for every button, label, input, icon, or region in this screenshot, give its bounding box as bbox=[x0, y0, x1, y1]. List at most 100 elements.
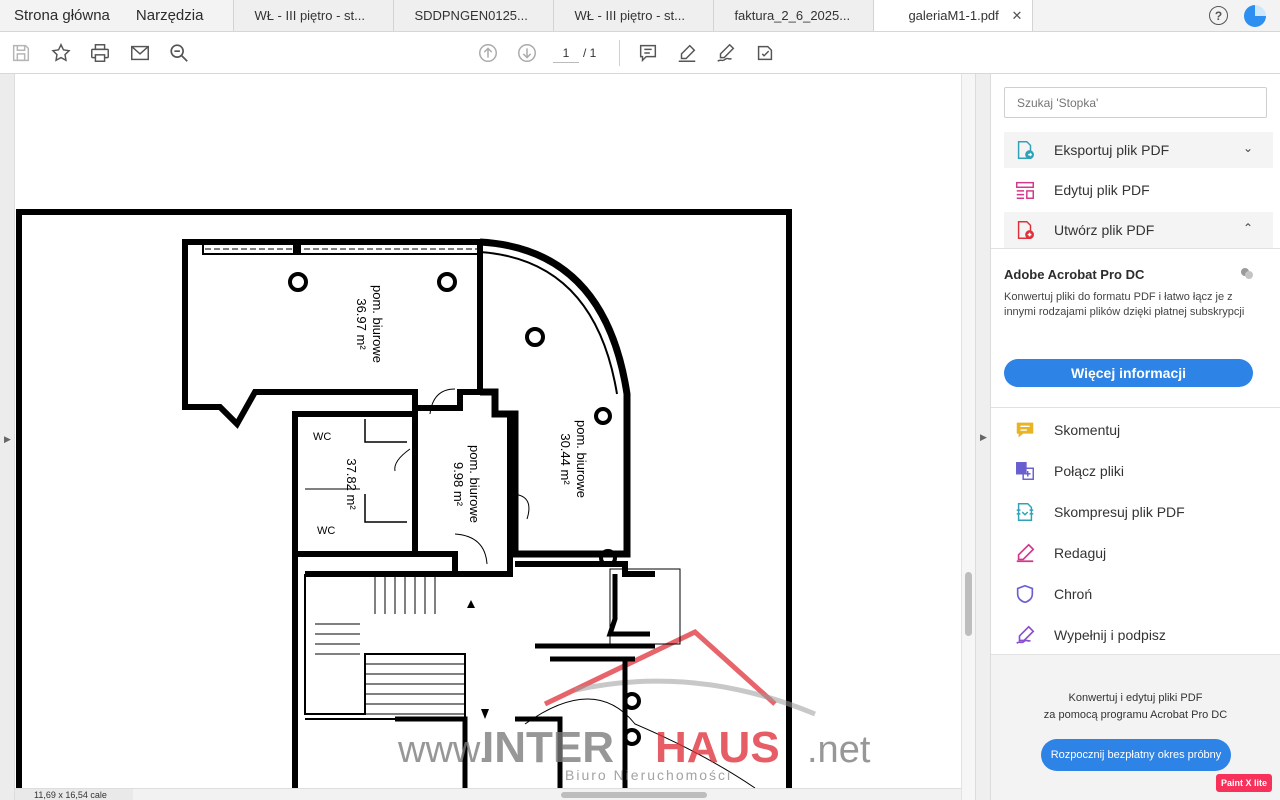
export-pdf-icon bbox=[1014, 139, 1036, 161]
collapse-right-icon: ▶ bbox=[980, 432, 987, 442]
right-panel-toggle[interactable]: ▶ bbox=[975, 74, 991, 800]
tool-label: Utwórz plik PDF bbox=[1054, 222, 1155, 238]
more-info-button[interactable]: Więcej informacji bbox=[1004, 359, 1253, 387]
tools-pane: Eksportuj plik PDF ⌄ Edytuj plik PDF Utw… bbox=[991, 74, 1280, 800]
previous-page-icon[interactable] bbox=[476, 41, 500, 65]
document-tab-active[interactable]: galeriaM1-1.pdf ✕ bbox=[873, 0, 1034, 31]
door-arc bbox=[394, 448, 411, 472]
document-tab[interactable]: WŁ - III piętro - st... bbox=[553, 0, 714, 31]
vertical-scroll-thumb[interactable] bbox=[965, 572, 972, 636]
tab-label: WŁ - III piętro - st... bbox=[574, 8, 685, 23]
zoom-search-icon[interactable] bbox=[167, 41, 191, 65]
acrobat-cloud-icon bbox=[1241, 268, 1253, 279]
column-circle bbox=[525, 327, 545, 347]
next-page-icon[interactable] bbox=[515, 41, 539, 65]
fill-sign-toolbar-icon[interactable] bbox=[753, 41, 777, 65]
tab-label: SDDPNGEN0125... bbox=[414, 8, 528, 23]
wc-partition bbox=[364, 419, 407, 523]
stair-steps bbox=[315, 574, 465, 715]
acrobat-window: Strona główna Narzędzia WŁ - III piętro … bbox=[0, 0, 1280, 800]
redact-icon bbox=[1014, 542, 1036, 564]
start-trial-button[interactable]: Rozpocznij bezpłatny okres próbny bbox=[1041, 739, 1231, 771]
highlight-pen-icon[interactable] bbox=[675, 41, 699, 65]
vertical-scrollbar[interactable] bbox=[961, 74, 975, 800]
left-panel-toggle[interactable]: ▶ bbox=[0, 74, 15, 800]
document-tab[interactable]: SDDPNGEN0125... bbox=[393, 0, 554, 31]
tool-label: Redaguj bbox=[1054, 545, 1107, 561]
floor-plan-drawing: pom. biurowe 36.97 m² pom. biurowe 30.44… bbox=[16, 209, 871, 788]
document-tab[interactable]: WŁ - III piętro - st... bbox=[233, 0, 394, 31]
promo-title: Adobe Acrobat Pro DC bbox=[1004, 267, 1145, 282]
paint-x-lite-badge: Paint X lite bbox=[1215, 774, 1272, 792]
tool-label: Skomentuj bbox=[1054, 422, 1121, 438]
trial-promo-line: Konwertuj i edytuj pliki PDF bbox=[1068, 692, 1203, 704]
column-mark bbox=[293, 240, 301, 254]
room-area: 30.44 m² bbox=[558, 433, 573, 485]
column-circle bbox=[288, 272, 308, 292]
trial-promo-text: Konwertuj i edytuj pliki PDF za pomocą p… bbox=[991, 690, 1280, 724]
pdf-document-view[interactable]: pom. biurowe 36.97 m² pom. biurowe 30.44… bbox=[15, 74, 961, 788]
help-icon[interactable]: ? bbox=[1209, 6, 1228, 25]
column-circle bbox=[437, 272, 457, 292]
pane-divider bbox=[991, 407, 1280, 408]
create-pdf-icon bbox=[1014, 219, 1036, 241]
tool-comment[interactable]: Skomentuj bbox=[1004, 412, 1273, 448]
tools-search-input[interactable] bbox=[1004, 87, 1267, 118]
tool-compress-pdf[interactable]: Skompresuj plik PDF bbox=[1004, 494, 1273, 530]
trial-promo-line: za pomocą programu Acrobat Pro DC bbox=[1043, 709, 1228, 721]
tool-export-pdf[interactable]: Eksportuj plik PDF ⌄ bbox=[1004, 132, 1273, 168]
watermark-suffix: .net bbox=[807, 729, 871, 771]
expand-left-icon: ▶ bbox=[4, 434, 11, 444]
room-area: 37.82 m² bbox=[344, 458, 359, 510]
tab-label: galeriaM1-1.pdf bbox=[908, 8, 999, 23]
page-number-input[interactable]: 1 bbox=[553, 43, 579, 63]
drawing-frame bbox=[16, 209, 792, 788]
tools-link[interactable]: Narzędzia bbox=[123, 0, 217, 31]
comment-toolbar-icon[interactable] bbox=[636, 41, 660, 65]
save-icon[interactable] bbox=[9, 41, 33, 65]
watermark-brand-2: HAUS bbox=[655, 723, 780, 772]
room-name: pom. biurowe bbox=[467, 445, 482, 523]
tab-label: WŁ - III piętro - st... bbox=[254, 8, 365, 23]
toolbar-separator bbox=[619, 40, 620, 66]
door-arc bbox=[454, 533, 488, 565]
tool-create-pdf[interactable]: Utwórz plik PDF ⌃ bbox=[1004, 212, 1273, 248]
email-icon[interactable] bbox=[128, 41, 152, 65]
entrance-arrow bbox=[467, 600, 475, 608]
document-tab[interactable]: faktura_2_6_2025... bbox=[713, 0, 874, 31]
tool-label: Skompresuj plik PDF bbox=[1054, 504, 1185, 520]
comment-icon bbox=[1014, 419, 1036, 441]
tool-label: Chroń bbox=[1054, 586, 1093, 602]
combine-files-icon bbox=[1014, 460, 1036, 482]
bookmark-star-icon[interactable] bbox=[49, 41, 73, 65]
wc-label: WC bbox=[317, 525, 335, 537]
column-circle bbox=[594, 407, 612, 425]
home-link[interactable]: Strona główna bbox=[0, 0, 123, 31]
tab-bar: Strona główna Narzędzia WŁ - III piętro … bbox=[0, 0, 1280, 32]
watermark-roof-shape bbox=[543, 629, 777, 707]
tool-redact[interactable]: Redaguj bbox=[1004, 535, 1273, 571]
chevron-down-icon[interactable]: ⌄ bbox=[1243, 141, 1253, 155]
entrance-arrow bbox=[481, 709, 489, 719]
tool-label: Wypełnij i podpisz bbox=[1054, 627, 1166, 643]
close-tab-icon[interactable]: ✕ bbox=[1012, 8, 1023, 24]
horizontal-scroll-thumb[interactable] bbox=[561, 792, 707, 798]
chevron-up-icon[interactable]: ⌃ bbox=[1243, 221, 1253, 235]
sign-icon[interactable] bbox=[714, 41, 738, 65]
tool-label: Edytuj plik PDF bbox=[1054, 182, 1150, 198]
room-name: pom. biurowe bbox=[574, 420, 589, 498]
account-avatar[interactable] bbox=[1244, 5, 1266, 27]
tab-label: faktura_2_6_2025... bbox=[734, 8, 851, 23]
tool-protect[interactable]: Chroń bbox=[1004, 576, 1273, 612]
tool-fill-sign[interactable]: Wypełnij i podpisz bbox=[1004, 617, 1273, 653]
protect-icon bbox=[1014, 583, 1036, 605]
tool-edit-pdf[interactable]: Edytuj plik PDF bbox=[1004, 172, 1273, 208]
curved-window-line bbox=[479, 251, 618, 395]
room-name: pom. biurowe bbox=[370, 285, 385, 363]
page-size-label: 11,69 x 16,54 cale bbox=[15, 789, 133, 800]
print-icon[interactable] bbox=[88, 41, 112, 65]
status-bar: 11,69 x 16,54 cale bbox=[15, 788, 961, 800]
watermark-tagline: Biuro Nieruchomości bbox=[565, 767, 732, 783]
tool-combine-files[interactable]: Połącz pliki bbox=[1004, 453, 1273, 489]
watermark-brand-1: INTER bbox=[482, 723, 614, 772]
